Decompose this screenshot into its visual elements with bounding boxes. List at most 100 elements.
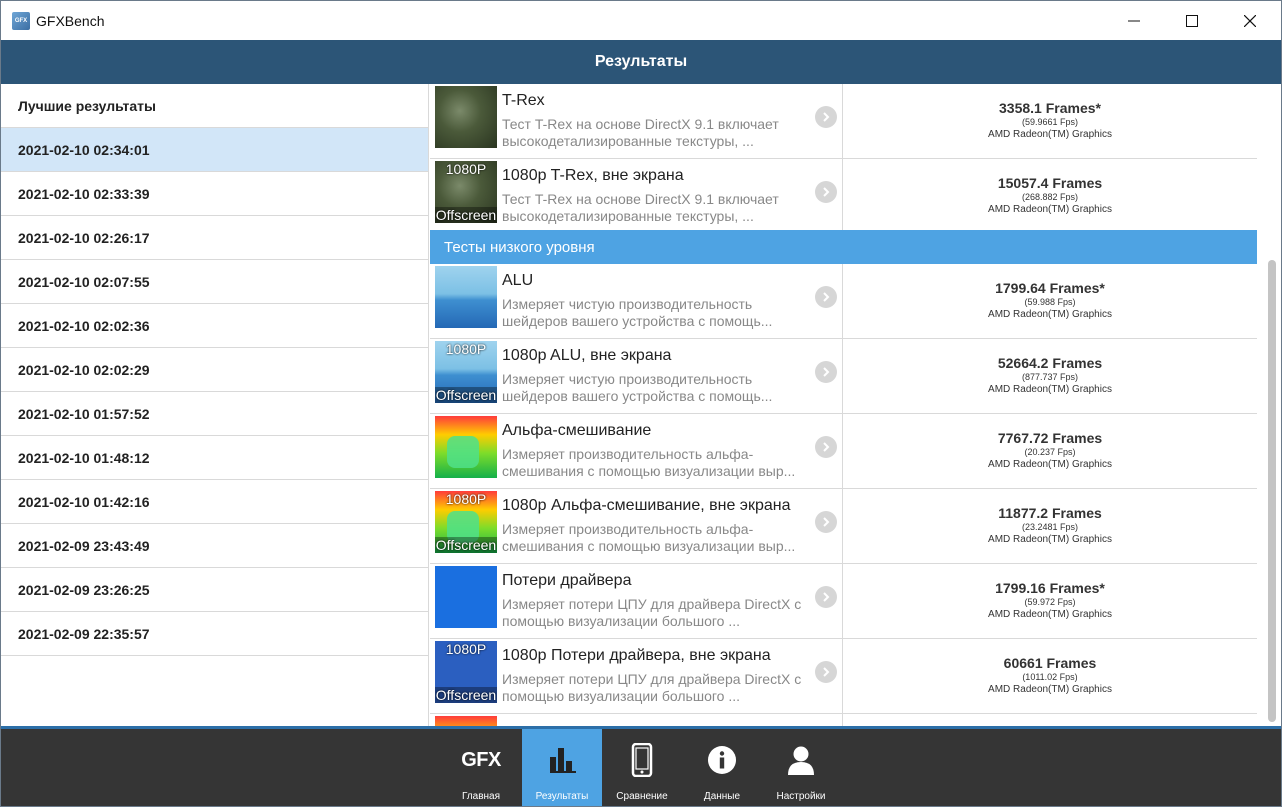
sidebar-heading: Лучшие результаты — [1, 84, 428, 128]
result-fps: (59.972 Fps) — [1024, 597, 1076, 607]
test-result: 15057.4 Frames (268.882 Fps) AMD Radeon(… — [843, 159, 1257, 234]
test-thumbnail — [435, 566, 497, 628]
chevron-right-icon — [823, 667, 830, 677]
test-thumbnail: 1080P Offscreen — [435, 341, 497, 403]
sidebar-item-result[interactable]: 2021-02-10 01:48:12 — [1, 436, 428, 480]
nav-settings[interactable]: Настройки — [761, 729, 841, 806]
nav-label: Сравнение — [616, 791, 668, 802]
sidebar-item-result[interactable]: 2021-02-09 23:43:49 — [1, 524, 428, 568]
maximize-button[interactable] — [1163, 1, 1221, 40]
nav-compare[interactable]: Сравнение — [602, 729, 682, 806]
resolution-badge: 1080P — [445, 161, 487, 177]
nav-results[interactable]: Результаты — [522, 729, 602, 806]
result-frames: 15057.4 Frames — [997, 175, 1103, 191]
nav-label: Настройки — [776, 791, 826, 802]
info-icon — [708, 746, 736, 774]
close-button[interactable] — [1221, 1, 1279, 40]
details-button[interactable] — [815, 511, 837, 533]
chevron-right-icon — [823, 112, 830, 122]
test-description: Измеряет производительность альфа-смешив… — [502, 521, 796, 554]
sidebar-item-result[interactable]: 2021-02-10 02:26:17 — [1, 216, 428, 260]
results-sidebar: Лучшие результаты 2021-02-10 02:34:01 20… — [1, 84, 429, 726]
test-thumbnail: 1080P Offscreen — [435, 641, 497, 703]
result-fps: (23.2481 Fps) — [1021, 522, 1079, 532]
test-description: Тест T-Rex на основе DirectX 9.1 включае… — [502, 116, 779, 149]
nav-home[interactable]: GFX Главная — [441, 729, 521, 806]
test-description: Измеряет потери ЦПУ для драйвера DirectX… — [502, 596, 802, 629]
result-fps: (59.9661 Fps) — [1021, 117, 1079, 127]
chevron-right-icon — [823, 367, 830, 377]
test-name: Потери драйвера — [502, 572, 632, 589]
result-fps: (20.237 Fps) — [1024, 447, 1076, 457]
test-row-alpha-blending-offscreen[interactable]: 1080P Offscreen 1080p Альфа-смешивание, … — [430, 489, 1257, 564]
sidebar-item-result[interactable]: 2021-02-10 02:34:01 — [1, 128, 428, 172]
title-bar: GFX GFXBench — [1, 1, 1281, 40]
page-title: Результаты — [1, 40, 1281, 84]
details-button[interactable] — [815, 286, 837, 308]
result-gpu: AMD Radeon(TM) Graphics — [988, 309, 1112, 320]
result-fps: (59.988 Fps) — [1024, 297, 1076, 307]
sidebar-item-result[interactable]: 2021-02-10 02:33:39 — [1, 172, 428, 216]
details-button[interactable] — [815, 181, 837, 203]
test-row-driver-overhead-offscreen[interactable]: 1080P Offscreen 1080p Потери драйвера, в… — [430, 639, 1257, 714]
sidebar-item-result[interactable]: 2021-02-10 01:42:16 — [1, 480, 428, 524]
result-frames: 7767.72 Frames — [997, 430, 1103, 446]
chevron-right-icon — [823, 442, 830, 452]
test-description: Измеряет чистую производительность шейде… — [502, 371, 773, 404]
gfx-logo-icon: GFX — [461, 748, 501, 771]
phone-icon — [631, 743, 653, 777]
sidebar-item-result[interactable]: 2021-02-10 02:07:55 — [1, 260, 428, 304]
result-gpu: AMD Radeon(TM) Graphics — [988, 204, 1112, 215]
sidebar-item-result[interactable]: 2021-02-10 01:57:52 — [1, 392, 428, 436]
close-icon — [1244, 14, 1256, 27]
nav-data[interactable]: Данные — [682, 729, 762, 806]
app-window: GFX GFXBench Результаты Лучшие результат… — [0, 0, 1282, 807]
test-thumbnail — [435, 416, 497, 478]
results-list: T-Rex Тест T-Rex на основе DirectX 9.1 в… — [430, 84, 1265, 726]
test-result: 52664.2 Frames (877.737 Fps) AMD Radeon(… — [843, 339, 1257, 414]
details-button[interactable] — [815, 661, 837, 683]
test-result: 1799.64 Frames* (59.988 Fps) AMD Radeon(… — [843, 264, 1257, 339]
details-button[interactable] — [815, 436, 837, 458]
chevron-right-icon — [823, 187, 830, 197]
result-gpu: AMD Radeon(TM) Graphics — [988, 534, 1112, 545]
thumbnail-shape — [447, 436, 479, 468]
results-scrollbar[interactable] — [1265, 84, 1281, 726]
sidebar-item-result[interactable]: 2021-02-10 02:02:36 — [1, 304, 428, 348]
test-result: 3358.1 Frames* (59.9661 Fps) AMD Radeon(… — [843, 84, 1257, 159]
nav-label: Результаты — [535, 791, 589, 802]
test-description: Измеряет чистую производительность шейде… — [502, 296, 773, 329]
result-gpu: AMD Radeon(TM) Graphics — [988, 609, 1112, 620]
sidebar-item-result[interactable]: 2021-02-09 23:26:25 — [1, 568, 428, 612]
test-row-trex[interactable]: T-Rex Тест T-Rex на основе DirectX 9.1 в… — [430, 84, 1257, 159]
test-thumbnail: 1080P Offscreen — [435, 491, 497, 553]
result-fps: (268.882 Fps) — [1021, 192, 1079, 202]
test-row-alu-offscreen[interactable]: 1080P Offscreen 1080p ALU, вне экрана Из… — [430, 339, 1257, 414]
offscreen-badge: Offscreen — [435, 387, 497, 403]
test-thumbnail — [435, 266, 497, 328]
test-row-partial[interactable] — [430, 714, 1257, 726]
test-result: 7767.72 Frames (20.237 Fps) AMD Radeon(T… — [843, 414, 1257, 489]
test-row-alpha-blending[interactable]: Альфа-смешивание Измеряет производительн… — [430, 414, 1257, 489]
test-row-alu[interactable]: ALU Измеряет чистую производительность ш… — [430, 264, 1257, 339]
test-name: 1080p ALU, вне экрана — [502, 347, 672, 364]
scrollbar-thumb[interactable] — [1268, 260, 1276, 722]
section-header-low-level: Тесты низкого уровня — [430, 230, 1257, 264]
sidebar-item-result[interactable]: 2021-02-09 22:35:57 — [1, 612, 428, 656]
user-icon — [788, 746, 814, 775]
minimize-button[interactable] — [1105, 1, 1163, 40]
details-button[interactable] — [815, 586, 837, 608]
details-button[interactable] — [815, 361, 837, 383]
test-description: Тест T-Rex на основе DirectX 9.1 включае… — [502, 191, 779, 224]
app-icon: GFX — [12, 11, 30, 30]
test-row-driver-overhead[interactable]: Потери драйвера Измеряет потери ЦПУ для … — [430, 564, 1257, 639]
test-row-trex-offscreen[interactable]: 1080P Offscreen 1080p T-Rex, вне экрана … — [430, 159, 1257, 234]
nav-label: Данные — [703, 791, 741, 802]
bar-chart-icon — [550, 748, 576, 773]
test-name: Альфа-смешивание — [502, 422, 652, 439]
offscreen-badge: Offscreen — [435, 537, 497, 553]
details-button[interactable] — [815, 106, 837, 128]
column-divider — [842, 714, 843, 726]
sidebar-item-result[interactable]: 2021-02-10 02:02:29 — [1, 348, 428, 392]
result-frames: 3358.1 Frames* — [999, 100, 1101, 116]
